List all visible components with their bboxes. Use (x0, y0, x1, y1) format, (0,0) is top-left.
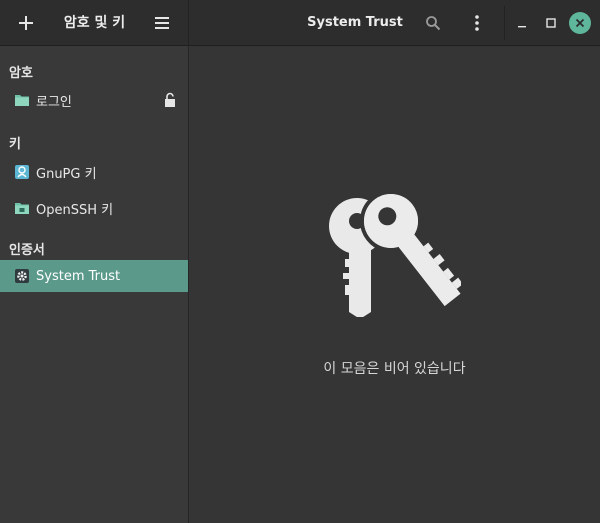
gnupg-key-icon (14, 164, 30, 180)
section-header-certificates: 인증서 (9, 243, 45, 258)
folder-icon (14, 92, 30, 108)
sidebar-item-label: 로그인 (36, 94, 72, 110)
sidebar-item-label: GnuPG 키 (36, 166, 97, 182)
close-icon (575, 18, 585, 28)
minimize-button[interactable] (510, 11, 534, 35)
sidebar-item-system-trust[interactable]: System Trust (0, 260, 188, 292)
plus-icon (19, 16, 33, 30)
empty-collection-message: 이 모음은 비어 있습니다 (323, 361, 466, 377)
section-header-keys: 키 (9, 137, 21, 152)
sidebar-item-gnupg-keys[interactable]: GnuPG 키 (0, 156, 188, 188)
header-left-pane: 암호 및 키 (0, 0, 189, 46)
main-content: 이 모음은 비어 있습니다 (189, 46, 600, 523)
certificate-gear-icon (14, 268, 30, 284)
kebab-menu-icon (475, 15, 479, 31)
more-options-button[interactable] (465, 11, 489, 35)
search-icon (426, 16, 441, 31)
add-button[interactable] (14, 11, 38, 35)
hamburger-menu-icon (155, 17, 169, 29)
sidebar-item-label: OpenSSH 키 (36, 202, 114, 218)
keys-icon (329, 191, 461, 317)
maximize-icon (546, 18, 556, 28)
sidebar: 암호 로그인 키 GnuPG 키 OpenSSH 키 인증서 System Tr… (0, 46, 189, 523)
openssh-key-icon (14, 200, 30, 216)
unlocked-padlock-icon[interactable] (163, 92, 177, 108)
section-header-passwords: 암호 (9, 66, 33, 81)
header-separator (504, 6, 505, 40)
sidebar-item-openssh-keys[interactable]: OpenSSH 키 (0, 192, 188, 224)
close-button[interactable] (569, 12, 591, 34)
minimize-icon (518, 26, 526, 28)
maximize-button[interactable] (539, 11, 563, 35)
app-window: 암호 및 키 System Trust 암호 로그인 키 GnuPG 키 Ope… (0, 0, 600, 523)
search-button[interactable] (421, 11, 445, 35)
sidebar-item-login[interactable]: 로그인 (0, 84, 188, 116)
menu-button[interactable] (150, 11, 174, 35)
header-bar: 암호 및 키 System Trust (0, 0, 600, 46)
sidebar-item-label: System Trust (36, 268, 121, 284)
